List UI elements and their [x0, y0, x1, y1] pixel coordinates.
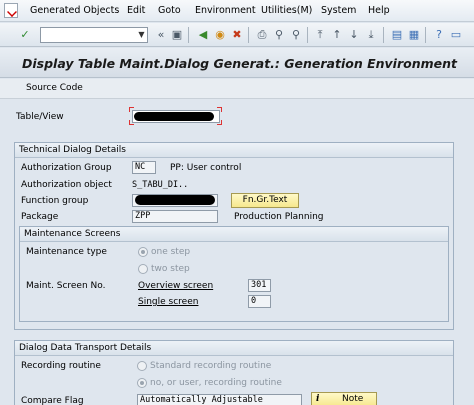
menu-utilities[interactable]: Utilities(M) [261, 5, 312, 16]
two-step-label: two step [151, 264, 190, 274]
new-session-icon[interactable]: ▤ [390, 28, 404, 42]
menu-bar: Generated Objects Edit Goto Environment … [0, 0, 474, 22]
menu-generated-objects[interactable]: Generated Objects [30, 5, 119, 16]
redacted-mark [135, 195, 215, 205]
maintenance-screens-title: Maintenance Screens [20, 227, 448, 242]
page-title: Display Table Maint.Dialog Generat.: Gen… [22, 56, 457, 71]
table-view-label: Table/View [16, 112, 64, 122]
application-toolbar: Source Code [0, 79, 474, 99]
package-label: Package [21, 212, 59, 222]
chevron-down-icon[interactable]: ▼ [136, 28, 147, 42]
maintenance-screens-group: Maintenance Screens Maintenance type one… [19, 226, 449, 322]
no-user-recording-radio[interactable] [137, 378, 147, 388]
package-description: Production Planning [234, 212, 324, 222]
find-next-icon[interactable]: ⚲ [289, 28, 303, 42]
info-icon: i [316, 394, 320, 404]
cancel-icon[interactable]: ✖ [230, 28, 244, 42]
next-page-icon[interactable]: ↓ [347, 28, 361, 42]
note-button[interactable]: i Note [311, 392, 377, 405]
authorization-group-description: PP: User control [170, 163, 242, 173]
first-page-icon[interactable]: ⤒ [313, 28, 327, 42]
previous-page-icon[interactable]: ↑ [330, 28, 344, 42]
overview-screen-field[interactable]: 301 [248, 279, 271, 292]
save-icon[interactable]: ▣ [170, 28, 184, 42]
menu-system[interactable]: System [321, 5, 356, 16]
enter-icon[interactable]: ✓ [18, 28, 32, 42]
shortcut-icon[interactable]: ▦ [407, 28, 421, 42]
layout-menu-icon[interactable]: ▭ [449, 28, 463, 42]
title-bar: Display Table Maint.Dialog Generat.: Gen… [0, 48, 474, 78]
command-field[interactable] [40, 27, 148, 43]
note-button-label: Note [342, 394, 364, 404]
technical-dialog-details-title: Technical Dialog Details [15, 143, 453, 158]
back-icon[interactable]: ◀ [196, 28, 210, 42]
one-step-label: one step [151, 247, 191, 257]
single-screen-field[interactable]: 0 [248, 295, 271, 308]
find-icon[interactable]: ⚲ [272, 28, 286, 42]
compare-flag-label: Compare Flag [21, 396, 84, 405]
authorization-group-field[interactable]: NC [132, 161, 156, 174]
authorization-object-label: Authorization object [21, 180, 112, 190]
function-group-label: Function group [21, 196, 89, 206]
two-step-radio[interactable] [138, 264, 148, 274]
source-code-button[interactable]: Source Code [26, 83, 83, 93]
dialog-data-transport-group: Dialog Data Transport Details Recording … [14, 340, 454, 405]
maint-screen-no-label: Maint. Screen No. [26, 281, 106, 291]
authorization-group-label: Authorization Group [21, 163, 112, 173]
standard-toolbar: ✓ ▼ « ▣ ◀ ◉ ✖ ⎙ ⚲ ⚲ ⤒ ↑ ↓ ⤓ ▤ ▦ ? ▭ [0, 23, 474, 47]
standard-recording-label: Standard recording routine [150, 361, 272, 371]
recording-routine-label: Recording routine [21, 361, 101, 371]
last-page-icon[interactable]: ⤓ [364, 28, 378, 42]
collapse-icon[interactable]: « [154, 28, 168, 42]
single-screen-label: Single screen [138, 297, 199, 307]
redacted-mark [134, 112, 214, 121]
help-icon[interactable]: ? [432, 28, 446, 42]
menu-goto[interactable]: Goto [158, 5, 181, 16]
dialog-data-transport-title: Dialog Data Transport Details [15, 341, 453, 356]
menu-help[interactable]: Help [368, 5, 390, 16]
maintenance-type-label: Maintenance type [26, 247, 107, 257]
package-field[interactable]: ZPP [132, 210, 218, 223]
content-area: Table/View Technical Dialog Details Auth… [0, 100, 474, 405]
standard-recording-radio[interactable] [137, 361, 147, 371]
compare-flag-field[interactable]: Automatically Adjustable [137, 394, 302, 405]
fn-gr-text-button[interactable]: Fn.Gr.Text [231, 193, 299, 208]
exit-icon[interactable]: ◉ [213, 28, 227, 42]
menu-edit[interactable]: Edit [127, 5, 145, 16]
print-icon[interactable]: ⎙ [255, 28, 269, 42]
no-user-recording-label: no, or user, recording routine [150, 378, 282, 388]
sap-menu-icon[interactable] [4, 3, 18, 18]
one-step-radio[interactable] [138, 247, 148, 257]
overview-screen-label: Overview screen [138, 281, 214, 291]
technical-dialog-details-group: Technical Dialog Details Authorization G… [14, 142, 454, 330]
menu-environment[interactable]: Environment [195, 5, 256, 16]
authorization-object-value: S_TABU_DI.. [132, 180, 189, 190]
